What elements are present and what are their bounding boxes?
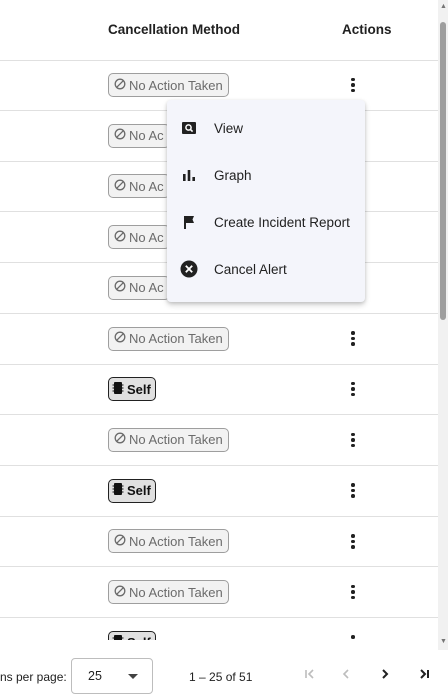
scrollbar-thumb[interactable] bbox=[440, 22, 446, 320]
table-row: No Action Taken bbox=[0, 415, 438, 466]
more-vert-icon[interactable] bbox=[342, 73, 364, 97]
table-row: Self bbox=[0, 466, 438, 517]
chip-label: No Action Taken bbox=[129, 77, 223, 93]
dropdown-caret-icon bbox=[128, 674, 138, 679]
table-row: No Action Taken bbox=[0, 567, 438, 618]
chip-device-icon bbox=[112, 634, 124, 640]
chip-label: No Ac bbox=[129, 229, 164, 245]
more-vert-icon[interactable] bbox=[342, 529, 364, 553]
chip-label: Self bbox=[127, 635, 151, 640]
search-box-icon bbox=[179, 118, 199, 138]
cancellation-method-chip: No Action Taken bbox=[108, 580, 229, 604]
cancellation-method-chip: Self bbox=[108, 377, 156, 402]
cancellation-method-chip: No Ac bbox=[108, 174, 170, 199]
more-vert-icon[interactable] bbox=[342, 428, 364, 452]
column-header-cancellation-method[interactable]: Cancellation Method bbox=[108, 22, 240, 37]
block-icon bbox=[114, 534, 126, 549]
chip-label: Self bbox=[127, 483, 151, 499]
block-icon bbox=[114, 280, 126, 295]
page-size-value: 25 bbox=[88, 669, 102, 683]
chip-label: No Action Taken bbox=[129, 432, 223, 448]
flag-icon bbox=[179, 212, 199, 232]
table-row: Self bbox=[0, 364, 438, 416]
cancel-circle-icon bbox=[179, 259, 199, 279]
scroll-down-arrow-icon[interactable]: ▼ bbox=[440, 638, 447, 645]
chip-label: No Ac bbox=[129, 280, 164, 296]
chip-label: No Ac bbox=[129, 128, 164, 144]
block-icon bbox=[114, 78, 126, 93]
menu-item-label: View bbox=[214, 121, 244, 136]
block-icon bbox=[114, 128, 126, 143]
block-icon bbox=[114, 432, 126, 447]
vertical-scrollbar[interactable]: ▲ ▼ bbox=[438, 0, 448, 650]
cancellation-method-chip: No Action Taken bbox=[108, 529, 229, 554]
chip-device-icon bbox=[112, 482, 124, 499]
paginator: ns per page: 25 1 – 25 of 51 bbox=[0, 650, 448, 700]
cancellation-method-chip: Self bbox=[108, 478, 156, 503]
more-vert-icon[interactable] bbox=[342, 479, 364, 503]
menu-item-label: Cancel Alert bbox=[214, 262, 287, 277]
menu-item-label: Create Incident Report bbox=[214, 215, 350, 230]
block-icon bbox=[114, 331, 126, 346]
cancellation-method-chip: No Ac bbox=[108, 225, 170, 250]
block-icon bbox=[114, 179, 126, 194]
alerts-table: Cancellation Method Actions No Action Ta… bbox=[0, 0, 438, 640]
cancellation-method-chip: No Action Taken bbox=[108, 326, 229, 351]
chip-label: No Action Taken bbox=[129, 533, 223, 549]
cancellation-method-chip: No Ac bbox=[108, 275, 170, 300]
block-icon bbox=[114, 230, 126, 245]
cancellation-method-chip: No Action Taken bbox=[108, 73, 229, 97]
column-header-actions: Actions bbox=[342, 22, 392, 37]
menu-item-graph[interactable]: Graph bbox=[167, 153, 365, 200]
first-page-icon[interactable] bbox=[298, 662, 322, 686]
row-actions-menu: View Graph Create Incident Report Cancel… bbox=[167, 100, 365, 302]
cancellation-method-chip: No Action Taken bbox=[108, 427, 229, 452]
bar-chart-icon bbox=[179, 165, 199, 185]
table-row: No Action Taken bbox=[0, 516, 438, 568]
menu-item-cancel-alert[interactable]: Cancel Alert bbox=[167, 247, 365, 294]
chip-device-icon bbox=[112, 381, 124, 398]
more-vert-icon[interactable] bbox=[342, 377, 364, 401]
last-page-icon[interactable] bbox=[412, 662, 436, 686]
menu-item-view[interactable]: View bbox=[167, 106, 365, 153]
more-vert-icon[interactable] bbox=[342, 327, 364, 351]
chip-label: No Action Taken bbox=[129, 584, 223, 600]
scroll-up-arrow-icon[interactable]: ▲ bbox=[440, 3, 447, 10]
chip-label: No Action Taken bbox=[129, 331, 223, 346]
table-header: Cancellation Method Actions bbox=[0, 0, 438, 61]
previous-page-icon[interactable] bbox=[334, 662, 358, 686]
block-icon bbox=[114, 585, 126, 600]
table-row: No Action Taken bbox=[0, 314, 438, 365]
table-row: Self bbox=[0, 618, 438, 640]
chip-label: Self bbox=[127, 381, 151, 397]
menu-item-create-incident-report[interactable]: Create Incident Report bbox=[167, 200, 365, 247]
cancellation-method-chip: Self bbox=[108, 630, 156, 640]
next-page-icon[interactable] bbox=[373, 662, 397, 686]
more-vert-icon[interactable] bbox=[342, 580, 364, 604]
page-range-label: 1 – 25 of 51 bbox=[189, 670, 253, 684]
page-size-select[interactable]: 25 bbox=[71, 658, 153, 694]
cancellation-method-chip: No Ac bbox=[108, 123, 170, 148]
chip-label: No Ac bbox=[129, 178, 164, 194]
items-per-page-label: ns per page: bbox=[0, 670, 67, 684]
menu-item-label: Graph bbox=[214, 168, 252, 183]
more-vert-icon[interactable] bbox=[342, 631, 364, 640]
